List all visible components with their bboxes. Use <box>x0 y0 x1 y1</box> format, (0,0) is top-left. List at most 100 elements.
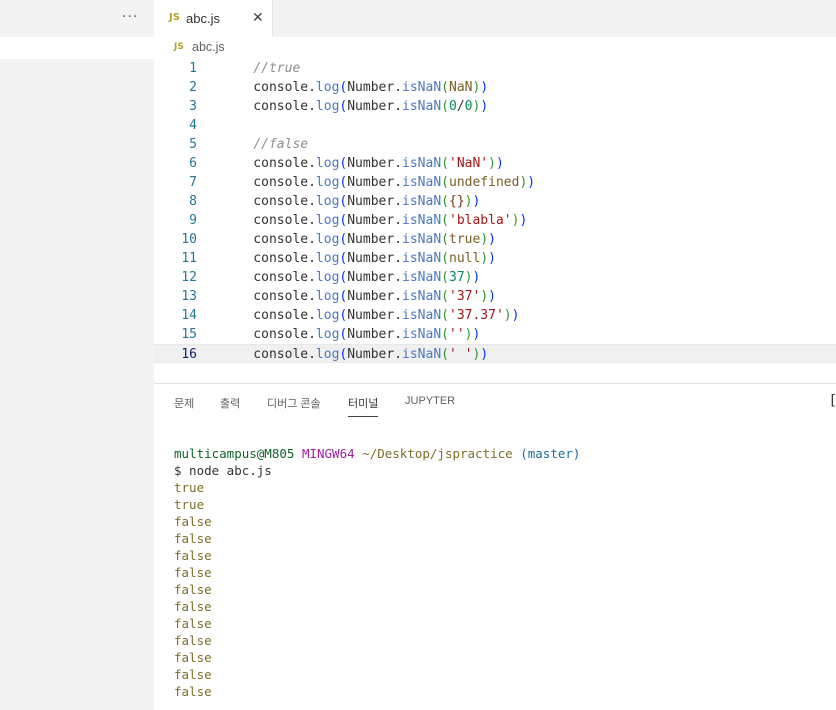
code-line[interactable]: 2 console.log(Number.isNaN(NaN)) <box>154 78 836 97</box>
breadcrumb-item-file[interactable]: abc.js <box>192 40 225 54</box>
code-line[interactable]: 15 console.log(Number.isNaN('')) <box>154 325 836 344</box>
code-token: Number. <box>347 232 403 247</box>
code-line[interactable]: 12 console.log(Number.isNaN(37)) <box>154 268 836 287</box>
code-token: console. <box>222 270 316 285</box>
code-line[interactable]: 10 console.log(Number.isNaN(true)) <box>154 230 836 249</box>
code-token: Number. <box>347 270 403 285</box>
code-token: log <box>315 270 340 285</box>
code-token: Number. <box>347 80 403 95</box>
javascript-file-icon: JS <box>174 42 184 52</box>
code-token: log <box>315 327 340 342</box>
javascript-file-icon: JS <box>169 12 180 23</box>
code-token: log <box>315 156 340 171</box>
code-token: console. <box>222 289 316 304</box>
code-text: console.log(Number.isNaN('')) <box>222 325 480 344</box>
code-token: isNaN <box>402 194 442 209</box>
code-token: ( <box>441 99 449 114</box>
code-token: isNaN <box>402 270 442 285</box>
close-icon[interactable]: ✕ <box>252 10 264 26</box>
terminal-output-line: false <box>174 650 212 665</box>
prompt-host: MINGW64 <box>301 446 355 461</box>
code-text: console.log(Number.isNaN(37)) <box>222 268 480 287</box>
code-line[interactable]: 6 console.log(Number.isNaN('NaN')) <box>154 154 836 173</box>
code-token: ) <box>472 327 481 342</box>
terminal-output-line: true <box>174 480 205 495</box>
code-token: ( <box>441 213 449 228</box>
line-number: 7 <box>189 175 197 190</box>
line-number: 16 <box>181 347 197 362</box>
code-token: isNaN <box>402 156 442 171</box>
terminal-output-line: false <box>174 531 212 546</box>
terminal-output-line: false <box>174 633 212 648</box>
code-text: console.log(Number.isNaN(null)) <box>222 249 496 268</box>
code-token: ) <box>480 80 489 95</box>
code-token: ( <box>441 175 449 190</box>
explorer-selected-row[interactable] <box>0 37 154 59</box>
code-token: isNaN <box>402 327 442 342</box>
code-token: ' ' <box>449 347 473 362</box>
more-actions-icon[interactable]: ··· <box>122 9 138 25</box>
line-number: 3 <box>189 99 197 114</box>
code-line[interactable]: 3 console.log(Number.isNaN(0/0)) <box>154 97 836 116</box>
code-line[interactable]: 16 console.log(Number.isNaN(' ')) <box>154 344 836 363</box>
code-line[interactable]: 8 console.log(Number.isNaN({})) <box>154 192 836 211</box>
code-line[interactable]: 11 console.log(Number.isNaN(null)) <box>154 249 836 268</box>
code-token: isNaN <box>402 232 442 247</box>
panel-action-icon[interactable]: [ <box>831 393 836 409</box>
prompt-branch: (master) <box>520 446 581 461</box>
code-token: ) <box>527 175 536 190</box>
code-token: isNaN <box>402 347 442 362</box>
code-token: true <box>449 232 481 247</box>
line-number: 12 <box>181 270 197 285</box>
bottom-panel: 문제 출력 디버그 콘솔 터미널 JUPYTER [ multicampus@M… <box>154 383 836 710</box>
line-number: 5 <box>189 137 197 152</box>
code-text: //false <box>222 135 308 154</box>
terminal-output-line: false <box>174 616 212 631</box>
tab-terminal[interactable]: 터미널 <box>348 395 379 417</box>
tab-output[interactable]: 출력 <box>220 395 240 416</box>
code-token: isNaN <box>402 80 442 95</box>
code-line[interactable]: 7 console.log(Number.isNaN(undefined)) <box>154 173 836 192</box>
line-number: 4 <box>189 118 197 133</box>
tab-problems[interactable]: 문제 <box>174 395 194 416</box>
code-token: //false <box>253 137 309 152</box>
code-token: Number. <box>347 194 403 209</box>
terminal-output-line: false <box>174 684 212 699</box>
code-editor[interactable]: 1 //true 2 console.log(Number.isNaN(NaN))… <box>154 59 836 383</box>
terminal-output[interactable]: multicampus@M805 MINGW64 ~/Desktop/jspra… <box>174 445 580 700</box>
code-text: //true <box>222 59 300 78</box>
terminal-prompt: multicampus@M805 MINGW64 ~/Desktop/jspra… <box>174 445 580 462</box>
code-token: ( <box>441 80 449 95</box>
code-token: } <box>456 194 465 209</box>
breadcrumb: JS abc.js <box>154 37 836 59</box>
code-line[interactable]: 4 <box>154 116 836 135</box>
code-line[interactable]: 1 //true <box>154 59 836 78</box>
code-token: log <box>315 80 340 95</box>
line-number: 15 <box>181 327 197 342</box>
code-token: isNaN <box>402 251 442 266</box>
terminal-output-line: false <box>174 582 212 597</box>
code-token: console. <box>222 99 316 114</box>
code-token: Number. <box>347 156 403 171</box>
tab-abc-js[interactable]: JS abc.js ✕ <box>154 0 273 37</box>
code-token: Number. <box>347 213 403 228</box>
code-token: ) <box>480 289 489 304</box>
code-token: undefined <box>449 175 520 190</box>
code-line[interactable]: 14 console.log(Number.isNaN('37.37')) <box>154 306 836 325</box>
editor-tab-bar: JS abc.js ✕ <box>154 0 836 37</box>
code-token: Number. <box>347 347 403 362</box>
code-line[interactable]: 9 console.log(Number.isNaN('blabla')) <box>154 211 836 230</box>
code-text: console.log(Number.isNaN(' ')) <box>222 345 488 364</box>
code-token: log <box>315 308 340 323</box>
code-token: 'blabla' <box>449 213 512 228</box>
code-line[interactable]: 5 //false <box>154 135 836 154</box>
tab-debug-console[interactable]: 디버그 콘솔 <box>267 395 321 416</box>
code-token: console. <box>222 251 316 266</box>
code-token: log <box>315 347 340 362</box>
code-text: console.log(Number.isNaN(0/0)) <box>222 97 488 116</box>
code-line[interactable]: 13 console.log(Number.isNaN('37')) <box>154 287 836 306</box>
code-token: ) <box>495 156 504 171</box>
code-token: ) <box>480 232 489 247</box>
tab-jupyter[interactable]: JUPYTER <box>405 395 455 412</box>
